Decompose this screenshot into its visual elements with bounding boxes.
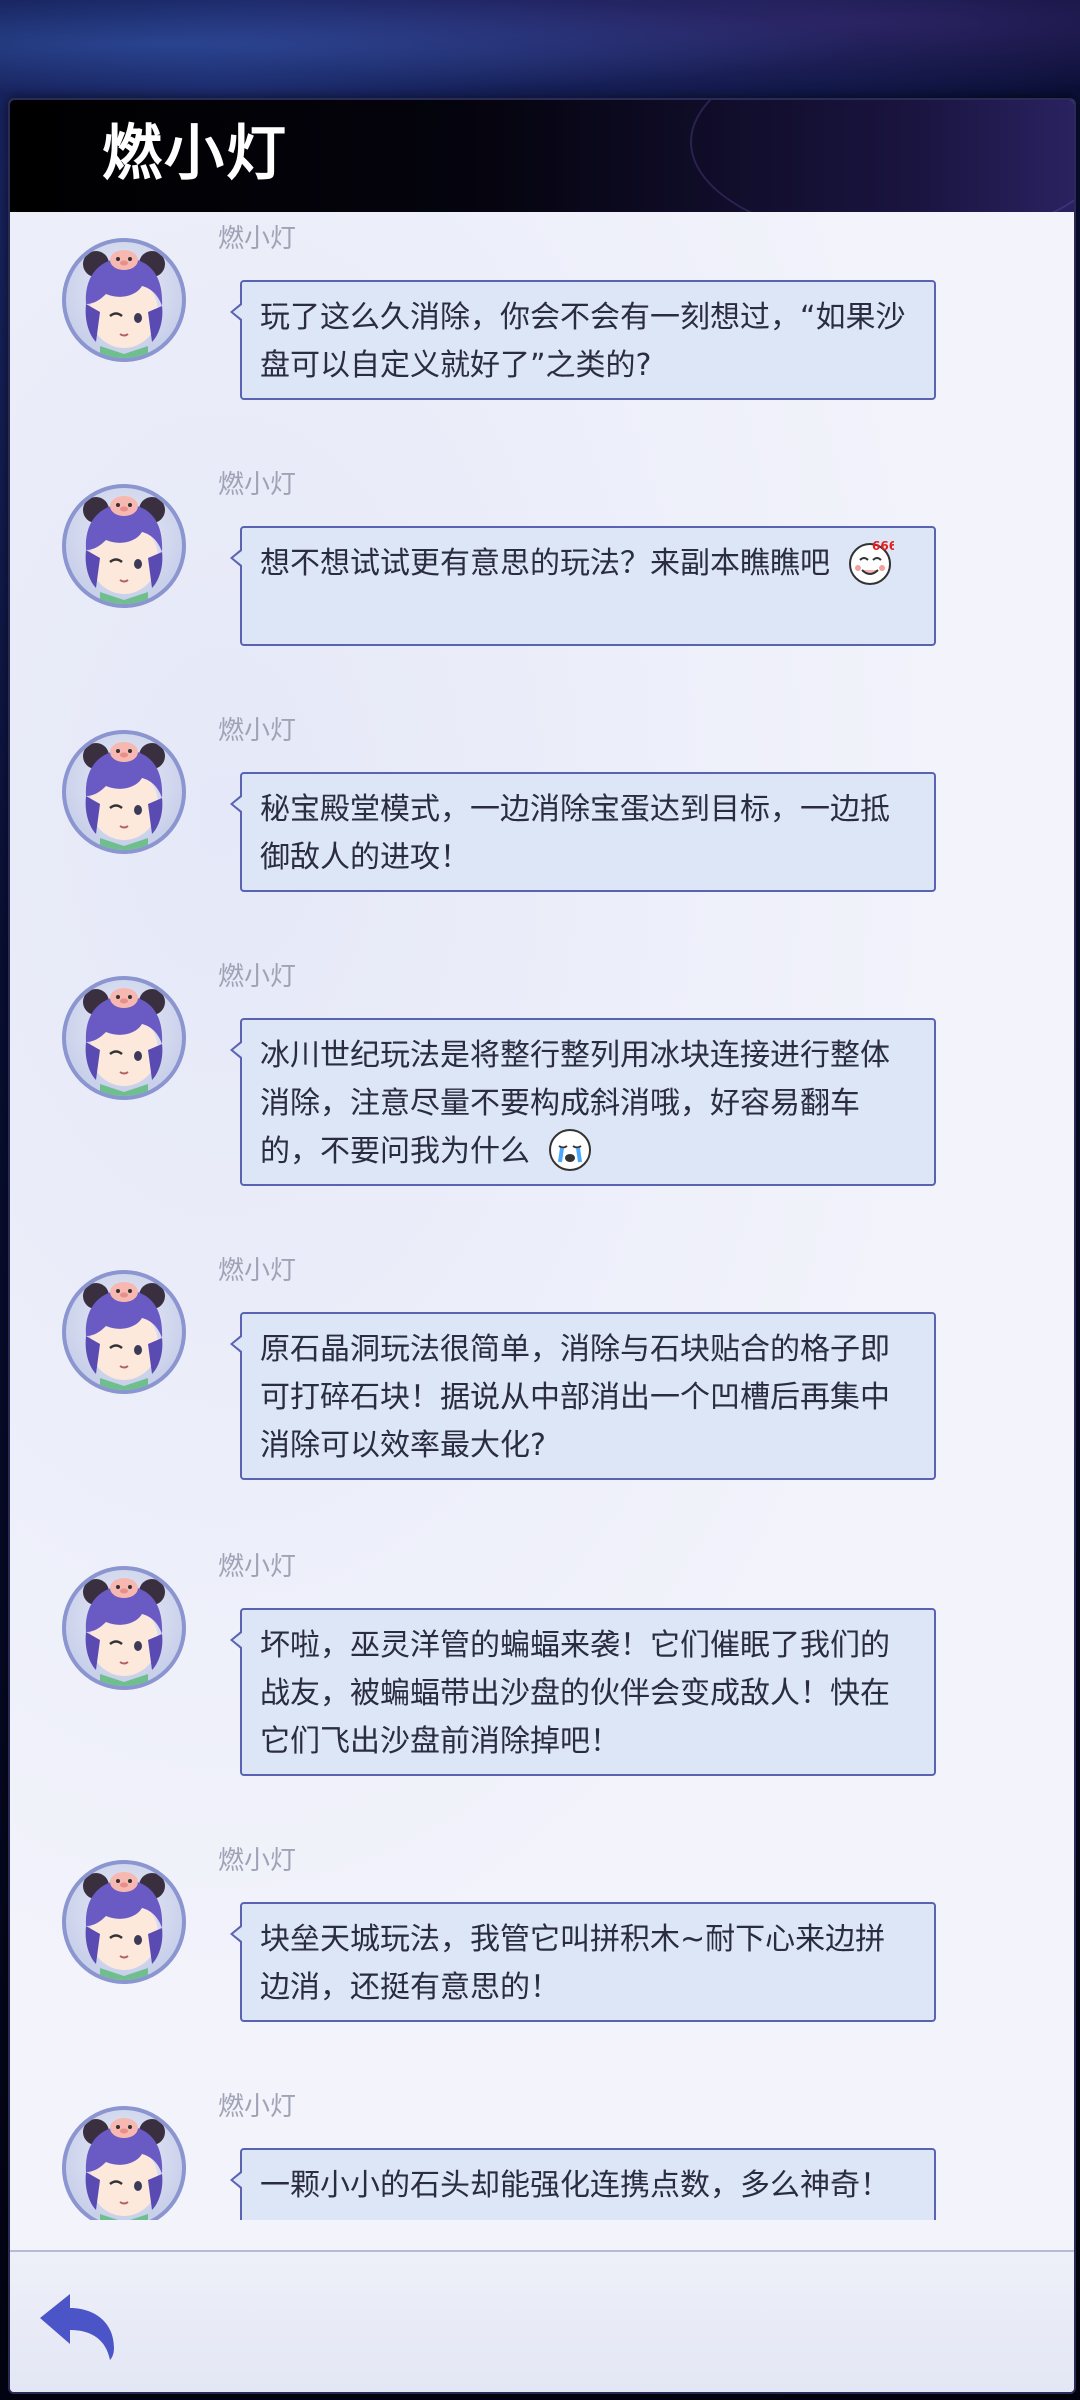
header-decoration xyxy=(690,100,1074,212)
character-avatar xyxy=(62,976,186,1100)
emoji-666-label: 666 xyxy=(872,539,894,553)
character-avatar xyxy=(62,730,186,854)
dialog-panel: 燃小灯 燃小灯 玩了这么久消除，你会不会有一刻想过，“如果沙盘可以自定义就好了”… xyxy=(8,98,1076,2394)
sender-name: 燃小灯 xyxy=(218,962,297,992)
message-text: 一颗小小的石头却能强化连携点数，多么神奇！ xyxy=(260,2168,890,2203)
message-bubble: 秘宝殿堂模式，一边消除宝蛋达到目标，一边抵御敌人的进攻！ xyxy=(230,772,936,892)
message-bubble: 原石晶洞玩法很简单，消除与石块贴合的格子即可打碎石块！据说从中部消出一个凹槽后再… xyxy=(230,1312,936,1480)
chat-message: 燃小灯 一颗小小的石头却能强化连携点数，多么神奇！ xyxy=(10,2090,1074,2220)
character-portrait-icon xyxy=(83,496,165,604)
chat-message: 燃小灯 原石晶洞玩法很简单，消除与石块贴合的格子即可打碎石块！据说从中部消出一个… xyxy=(10,1254,1074,1514)
sender-name: 燃小灯 xyxy=(218,716,297,746)
sender-name: 燃小灯 xyxy=(218,1846,297,1876)
chat-message: 燃小灯 玩了这么久消除，你会不会有一刻想过，“如果沙盘可以自定义就好了”之类的? xyxy=(10,222,1074,422)
character-portrait-icon xyxy=(83,742,165,850)
sender-name: 燃小灯 xyxy=(218,2092,297,2122)
chat-message: 燃小灯 坏啦，巫灵洋管的蝙蝠来袭！它们催眠了我们的战友，被蝙蝠带出沙盘的伙伴会变… xyxy=(10,1550,1074,1810)
chat-message: 燃小灯 冰川世纪玩法是将整行整列用冰块连接进行整体消除，注意尽量不要构成斜消哦，… xyxy=(10,960,1074,1220)
message-text: 秘宝殿堂模式，一边消除宝蛋达到目标，一边抵御敌人的进攻！ xyxy=(260,792,890,875)
character-avatar xyxy=(62,484,186,608)
dialog-header: 燃小灯 xyxy=(10,100,1074,212)
character-portrait-icon xyxy=(83,1578,165,1686)
character-avatar xyxy=(62,1860,186,1984)
dialog-title: 燃小灯 xyxy=(102,119,288,189)
message-bubble: 冰川世纪玩法是将整行整列用冰块连接进行整体消除，注意尽量不要构成斜消哦，好容易翻… xyxy=(230,1018,936,1186)
character-avatar xyxy=(62,238,186,362)
character-avatar xyxy=(62,2106,186,2220)
message-text: 想不想试试更有意思的玩法？来副本瞧瞧吧 xyxy=(260,546,830,581)
message-bubble: 一颗小小的石头却能强化连携点数，多么神奇！ xyxy=(230,2148,936,2220)
character-portrait-icon xyxy=(83,2118,165,2220)
message-text: 坏啦，巫灵洋管的蝙蝠来袭！它们催眠了我们的战友，被蝙蝠带出沙盘的伙伴会变成敌人！… xyxy=(260,1628,890,1759)
character-avatar xyxy=(62,1566,186,1690)
sender-name: 燃小灯 xyxy=(218,1552,297,1582)
chat-message: 燃小灯 块垒天城玩法，我管它叫拼积木~耐下心来边拼边消，还挺有意思的！ xyxy=(10,1844,1074,2044)
character-portrait-icon xyxy=(83,250,165,358)
chat-message: 燃小灯 秘宝殿堂模式，一边消除宝蛋达到目标，一边抵御敌人的进攻！ xyxy=(10,714,1074,914)
chat-list[interactable]: 燃小灯 玩了这么久消除，你会不会有一刻想过，“如果沙盘可以自定义就好了”之类的?… xyxy=(10,212,1074,2220)
chat-message: 燃小灯 想不想试试更有意思的玩法？来副本瞧瞧吧 666 xyxy=(10,468,1074,668)
message-bubble: 想不想试试更有意思的玩法？来副本瞧瞧吧 666 xyxy=(230,526,936,646)
crying-face-emoji-icon xyxy=(548,1128,591,1171)
character-portrait-icon xyxy=(83,988,165,1096)
dialog-footer xyxy=(10,2252,1074,2392)
message-bubble: 坏啦，巫灵洋管的蝙蝠来袭！它们催眠了我们的战友，被蝙蝠带出沙盘的伙伴会变成敌人！… xyxy=(230,1608,936,1776)
message-bubble: 块垒天城玩法，我管它叫拼积木~耐下心来边拼边消，还挺有意思的！ xyxy=(230,1902,936,2022)
back-arrow-icon[interactable] xyxy=(36,2288,120,2364)
sender-name: 燃小灯 xyxy=(218,1256,297,1286)
background-glow xyxy=(0,0,1080,110)
message-text: 原石晶洞玩法很简单，消除与石块贴合的格子即可打碎石块！据说从中部消出一个凹槽后再… xyxy=(260,1332,890,1463)
character-portrait-icon xyxy=(83,1872,165,1980)
message-text: 块垒天城玩法，我管它叫拼积木~耐下心来边拼边消，还挺有意思的！ xyxy=(260,1922,886,2005)
666-face-emoji-icon: 666 xyxy=(848,539,894,585)
character-avatar xyxy=(62,1270,186,1394)
message-text: 玩了这么久消除，你会不会有一刻想过，“如果沙盘可以自定义就好了”之类的? xyxy=(260,300,906,383)
character-portrait-icon xyxy=(83,1282,165,1390)
message-bubble: 玩了这么久消除，你会不会有一刻想过，“如果沙盘可以自定义就好了”之类的? xyxy=(230,280,936,400)
sender-name: 燃小灯 xyxy=(218,470,297,500)
sender-name: 燃小灯 xyxy=(218,224,297,254)
